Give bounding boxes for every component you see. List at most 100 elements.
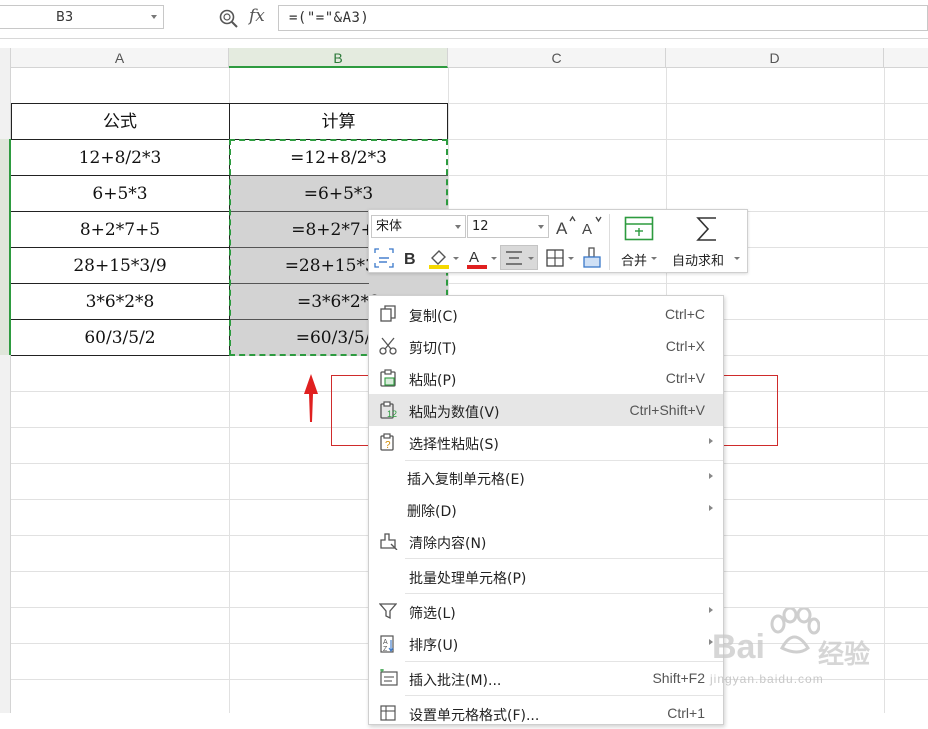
paste-icon: [380, 369, 396, 387]
merge-label[interactable]: 合并: [621, 250, 647, 269]
table-cell-a7[interactable]: 3*6*2*8: [11, 284, 229, 320]
menu-item-paste-special[interactable]: ? 选择性粘贴(S): [369, 426, 723, 458]
sort-icon: A Z: [380, 635, 394, 653]
decrease-font-icon[interactable]: A: [581, 215, 603, 237]
table-border: [11, 175, 229, 176]
chevron-down-icon[interactable]: [453, 257, 459, 260]
menu-item-insert-copied-cells[interactable]: 插入复制单元格(E): [369, 461, 723, 493]
menu-item-format-cells[interactable]: 设置单元格格式(F)... Ctrl+1: [369, 697, 723, 729]
menu-item-label: 粘贴(P): [409, 373, 457, 389]
menu-item-label: 插入复制单元格(E): [407, 472, 525, 488]
menu-item-label: 批量处理单元格(P): [409, 571, 527, 587]
menu-item-label: 选择性粘贴(S): [409, 437, 499, 453]
filter-icon: [379, 603, 397, 620]
table-border: [11, 103, 12, 139]
menu-item-paste[interactable]: 粘贴(P) Ctrl+V: [369, 362, 723, 394]
table-border: [447, 103, 448, 139]
chevron-down-icon[interactable]: [491, 257, 497, 260]
chevron-down-icon: [528, 257, 534, 260]
watermark-brand-cn: 经验: [818, 640, 871, 670]
autosum-label[interactable]: 自动求和: [672, 250, 724, 269]
column-header-e[interactable]: [884, 48, 928, 68]
column-header-d[interactable]: D: [666, 48, 884, 68]
table-cell-a5[interactable]: 8+2*7+5: [11, 212, 229, 248]
align-center-icon: [506, 251, 522, 265]
menu-item-shortcut: Ctrl+Shift+V: [629, 402, 705, 418]
menu-item-copy[interactable]: 复制(C) Ctrl+C: [369, 298, 723, 330]
table-border: [11, 355, 229, 356]
menu-item-shortcut: Ctrl+V: [665, 370, 705, 386]
chevron-down-icon[interactable]: [651, 257, 657, 260]
name-box[interactable]: B3: [0, 5, 164, 29]
chevron-down-icon: [538, 225, 544, 229]
chevron-down-icon[interactable]: [734, 257, 740, 260]
format-painter-icon[interactable]: [581, 246, 603, 270]
menu-item-delete[interactable]: 删除(D): [369, 493, 723, 525]
menu-item-label: 筛选(L): [409, 606, 456, 622]
table-header-calculation[interactable]: 计算: [229, 104, 448, 140]
column-header-c[interactable]: C: [448, 48, 666, 68]
svg-text:A: A: [582, 221, 592, 237]
menu-item-label: 粘贴为数值(V): [409, 405, 500, 421]
table-border: [11, 211, 229, 212]
merge-cells-icon[interactable]: [624, 216, 654, 242]
menu-item-shortcut: Ctrl+1: [667, 705, 705, 721]
menu-item-paste-values[interactable]: 12 粘贴为数值(V) Ctrl+Shift+V: [369, 394, 723, 426]
increase-font-icon[interactable]: A: [555, 215, 577, 237]
red-arrow-icon: [304, 374, 318, 422]
fill-color-icon[interactable]: [427, 246, 451, 270]
menu-separator: [405, 695, 723, 696]
table-cell-a8[interactable]: 60/3/5/2: [11, 320, 229, 356]
font-name-select[interactable]: 宋体: [371, 215, 466, 238]
chevron-right-icon: [709, 473, 713, 479]
menu-item-sort[interactable]: A Z 排序(U): [369, 627, 723, 659]
menu-item-filter[interactable]: 筛选(L): [369, 595, 723, 627]
menu-item-label: 排序(U): [409, 638, 459, 654]
menu-item-clear-contents[interactable]: 清除内容(N): [369, 525, 723, 557]
copy-icon: [380, 305, 396, 322]
bold-icon[interactable]: B: [403, 247, 419, 269]
svg-text:A: A: [469, 249, 479, 266]
menu-item-insert-comment[interactable]: 插入批注(M)... Shift+F2: [369, 662, 723, 694]
zoom-icon[interactable]: [218, 8, 240, 30]
chevron-down-icon[interactable]: [151, 15, 157, 19]
align-center-button[interactable]: [500, 245, 538, 270]
table-cell-a4[interactable]: 6+5*3: [11, 176, 229, 212]
borders-icon[interactable]: [545, 248, 565, 268]
gridline: [448, 139, 928, 140]
table-border: [11, 283, 229, 284]
watermark-brand: Bai: [712, 628, 765, 666]
table-header-formula[interactable]: 公式: [11, 104, 229, 140]
svg-text:Z: Z: [383, 646, 388, 653]
svg-text:B: B: [404, 251, 416, 268]
chevron-down-icon[interactable]: [568, 257, 574, 260]
menu-item-label: 插入批注(M)...: [409, 673, 502, 689]
formula-input[interactable]: =("="&A3): [278, 5, 928, 31]
watermark-url: jingyan.baidu.com: [710, 672, 824, 686]
chevron-right-icon: [709, 438, 713, 444]
comment-icon: [380, 669, 398, 686]
svg-text:A: A: [556, 219, 568, 237]
gridline: [448, 283, 928, 284]
menu-separator: [405, 558, 723, 559]
chevron-right-icon: [709, 505, 713, 511]
menu-item-shortcut: Shift+F2: [652, 670, 705, 686]
font-color-icon[interactable]: A: [466, 246, 488, 270]
toolbar-divider: [609, 214, 610, 270]
paste-special-icon: ?: [380, 433, 394, 451]
menu-item-label: 设置单元格格式(F)...: [409, 708, 540, 724]
menu-item-shortcut: Ctrl+X: [665, 338, 705, 354]
row-header-highlight: [0, 139, 11, 355]
column-header-a[interactable]: A: [11, 48, 229, 68]
menu-item-cut[interactable]: 剪切(T) Ctrl+X: [369, 330, 723, 362]
function-icon[interactable]: fx: [249, 6, 265, 26]
font-size-select[interactable]: 12: [467, 215, 549, 238]
table-cell-a6[interactable]: 28+15*3/9: [11, 248, 229, 284]
wrap-text-icon[interactable]: [373, 247, 395, 269]
menu-item-label: 剪切(T): [409, 341, 457, 357]
sigma-icon[interactable]: [695, 215, 719, 243]
table-cell-a3[interactable]: 12+8/2*3: [11, 140, 229, 176]
gridline: [448, 175, 928, 176]
column-header-b[interactable]: B: [229, 48, 448, 68]
menu-item-batch-process[interactable]: 批量处理单元格(P): [369, 560, 723, 592]
